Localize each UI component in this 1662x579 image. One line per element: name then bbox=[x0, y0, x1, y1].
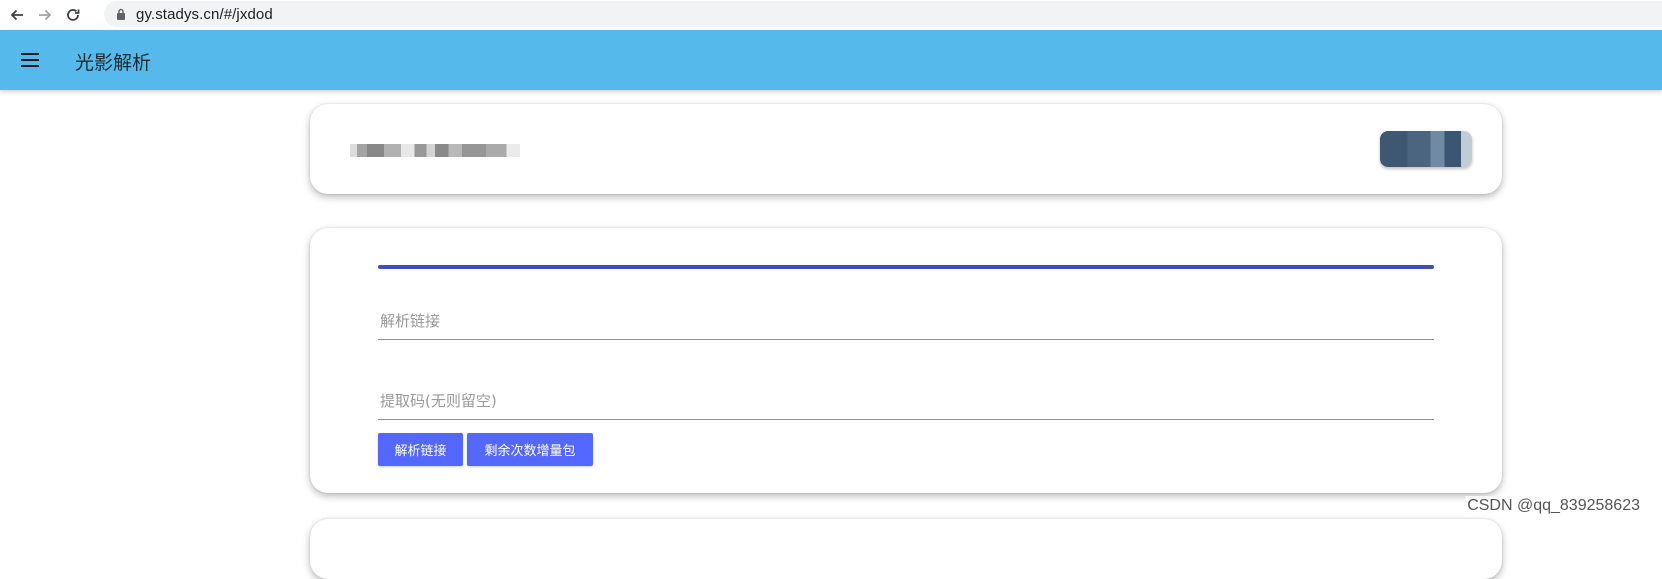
redacted-text bbox=[350, 144, 520, 157]
parse-card: 解析链接 剩余次数增量包 bbox=[310, 228, 1502, 493]
back-arrow-icon[interactable] bbox=[6, 4, 28, 26]
extract-code-input[interactable] bbox=[378, 384, 1434, 418]
result-card bbox=[310, 519, 1502, 579]
notice-card bbox=[310, 104, 1502, 194]
browser-toolbar: gy.stadys.cn/#/jxdod bbox=[0, 0, 1662, 30]
link-input[interactable] bbox=[378, 304, 1434, 338]
lock-icon bbox=[114, 7, 128, 21]
app-title: 光影解析 bbox=[75, 52, 152, 74]
parse-link-button[interactable]: 解析链接 bbox=[378, 433, 463, 466]
redacted-button[interactable] bbox=[1380, 131, 1472, 167]
address-bar[interactable]: gy.stadys.cn/#/jxdod bbox=[104, 1, 1662, 27]
watermark: CSDN @qq_839258623 bbox=[1465, 496, 1642, 516]
reload-icon[interactable] bbox=[62, 4, 84, 26]
app-bar: 光影解析 bbox=[0, 30, 1662, 90]
url-text[interactable]: gy.stadys.cn/#/jxdod bbox=[136, 6, 273, 23]
progress-bar bbox=[378, 265, 1434, 269]
extract-code-field[interactable] bbox=[378, 384, 1434, 420]
buy-quota-button[interactable]: 剩余次数增量包 bbox=[467, 433, 593, 466]
hamburger-menu-icon[interactable] bbox=[21, 53, 39, 67]
link-field[interactable] bbox=[378, 304, 1434, 340]
progress-bar-fill bbox=[378, 265, 1434, 269]
forward-arrow-icon[interactable] bbox=[34, 4, 56, 26]
